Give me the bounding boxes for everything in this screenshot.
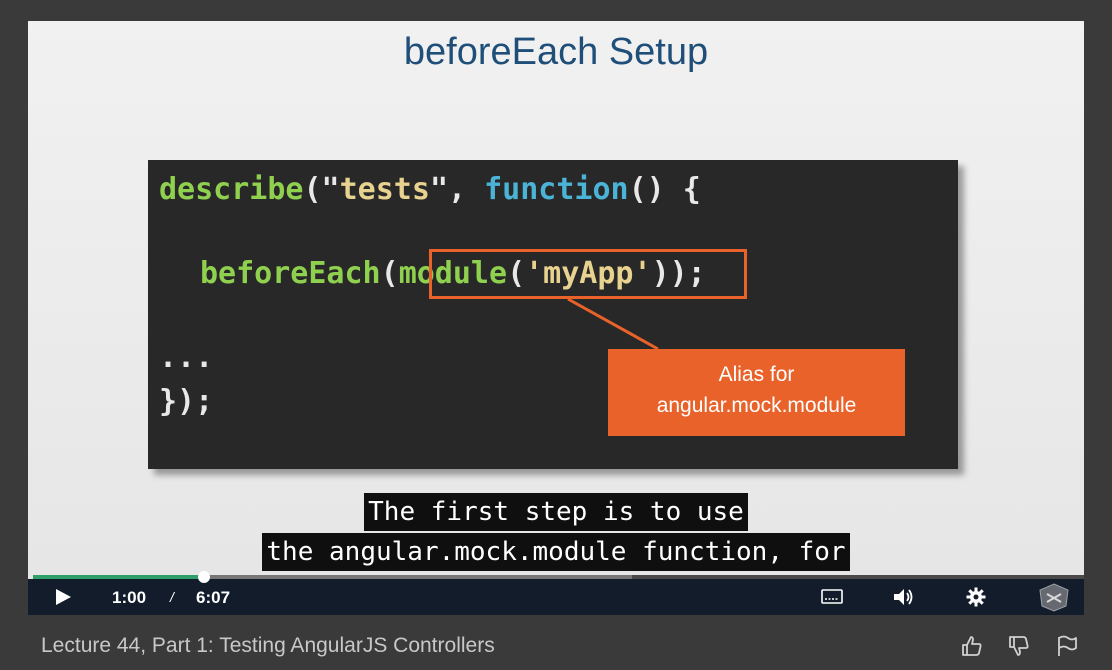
subtitle-line-1: The first step is to use <box>364 493 748 531</box>
progress-bar[interactable] <box>33 571 1084 583</box>
volume-button[interactable] <box>890 579 918 615</box>
flag-icon <box>1058 635 1077 656</box>
player-logo[interactable] <box>1036 579 1072 615</box>
settings-icon <box>966 587 986 607</box>
thumbs-down-icon <box>1009 636 1029 656</box>
report-flag-button[interactable] <box>1055 634 1079 658</box>
callout-box: Alias for angular.mock.module <box>608 349 905 436</box>
video-player[interactable]: beforeEach Setup describe("tests", funct… <box>28 21 1084 615</box>
control-bar: 1:00 / 6:07 <box>28 571 1084 615</box>
video-frame[interactable]: beforeEach Setup describe("tests", funct… <box>28 21 1084 581</box>
captions-icon <box>821 589 843 604</box>
duration: 6:07 <box>196 588 231 607</box>
play-button[interactable] <box>50 579 76 615</box>
subtitles: The first step is to use the angular.moc… <box>28 493 1084 573</box>
thumbs-up-button[interactable] <box>960 634 984 658</box>
progress-handle[interactable] <box>198 571 211 583</box>
subtitle-line-2: the angular.mock.module function, for <box>262 533 850 571</box>
captions-button[interactable] <box>818 579 846 615</box>
thumbs-down-button[interactable] <box>1007 634 1031 658</box>
slide-title: beforeEach Setup <box>403 31 709 73</box>
lecture-title: Lecture 44, Part 1: Testing AngularJS Co… <box>41 634 495 657</box>
time-separator: / <box>170 589 174 605</box>
logo-icon <box>1039 583 1069 612</box>
callout-line-1: Alias for <box>718 363 795 386</box>
callout-line-2: angular.mock.module <box>656 394 857 417</box>
current-time: 1:00 <box>112 588 147 607</box>
settings-button[interactable] <box>962 579 990 615</box>
thumbs-up-icon <box>962 636 982 656</box>
play-icon <box>56 589 71 605</box>
code-block: describe("tests", function() { beforeEac… <box>148 160 958 469</box>
volume-icon <box>894 589 913 605</box>
